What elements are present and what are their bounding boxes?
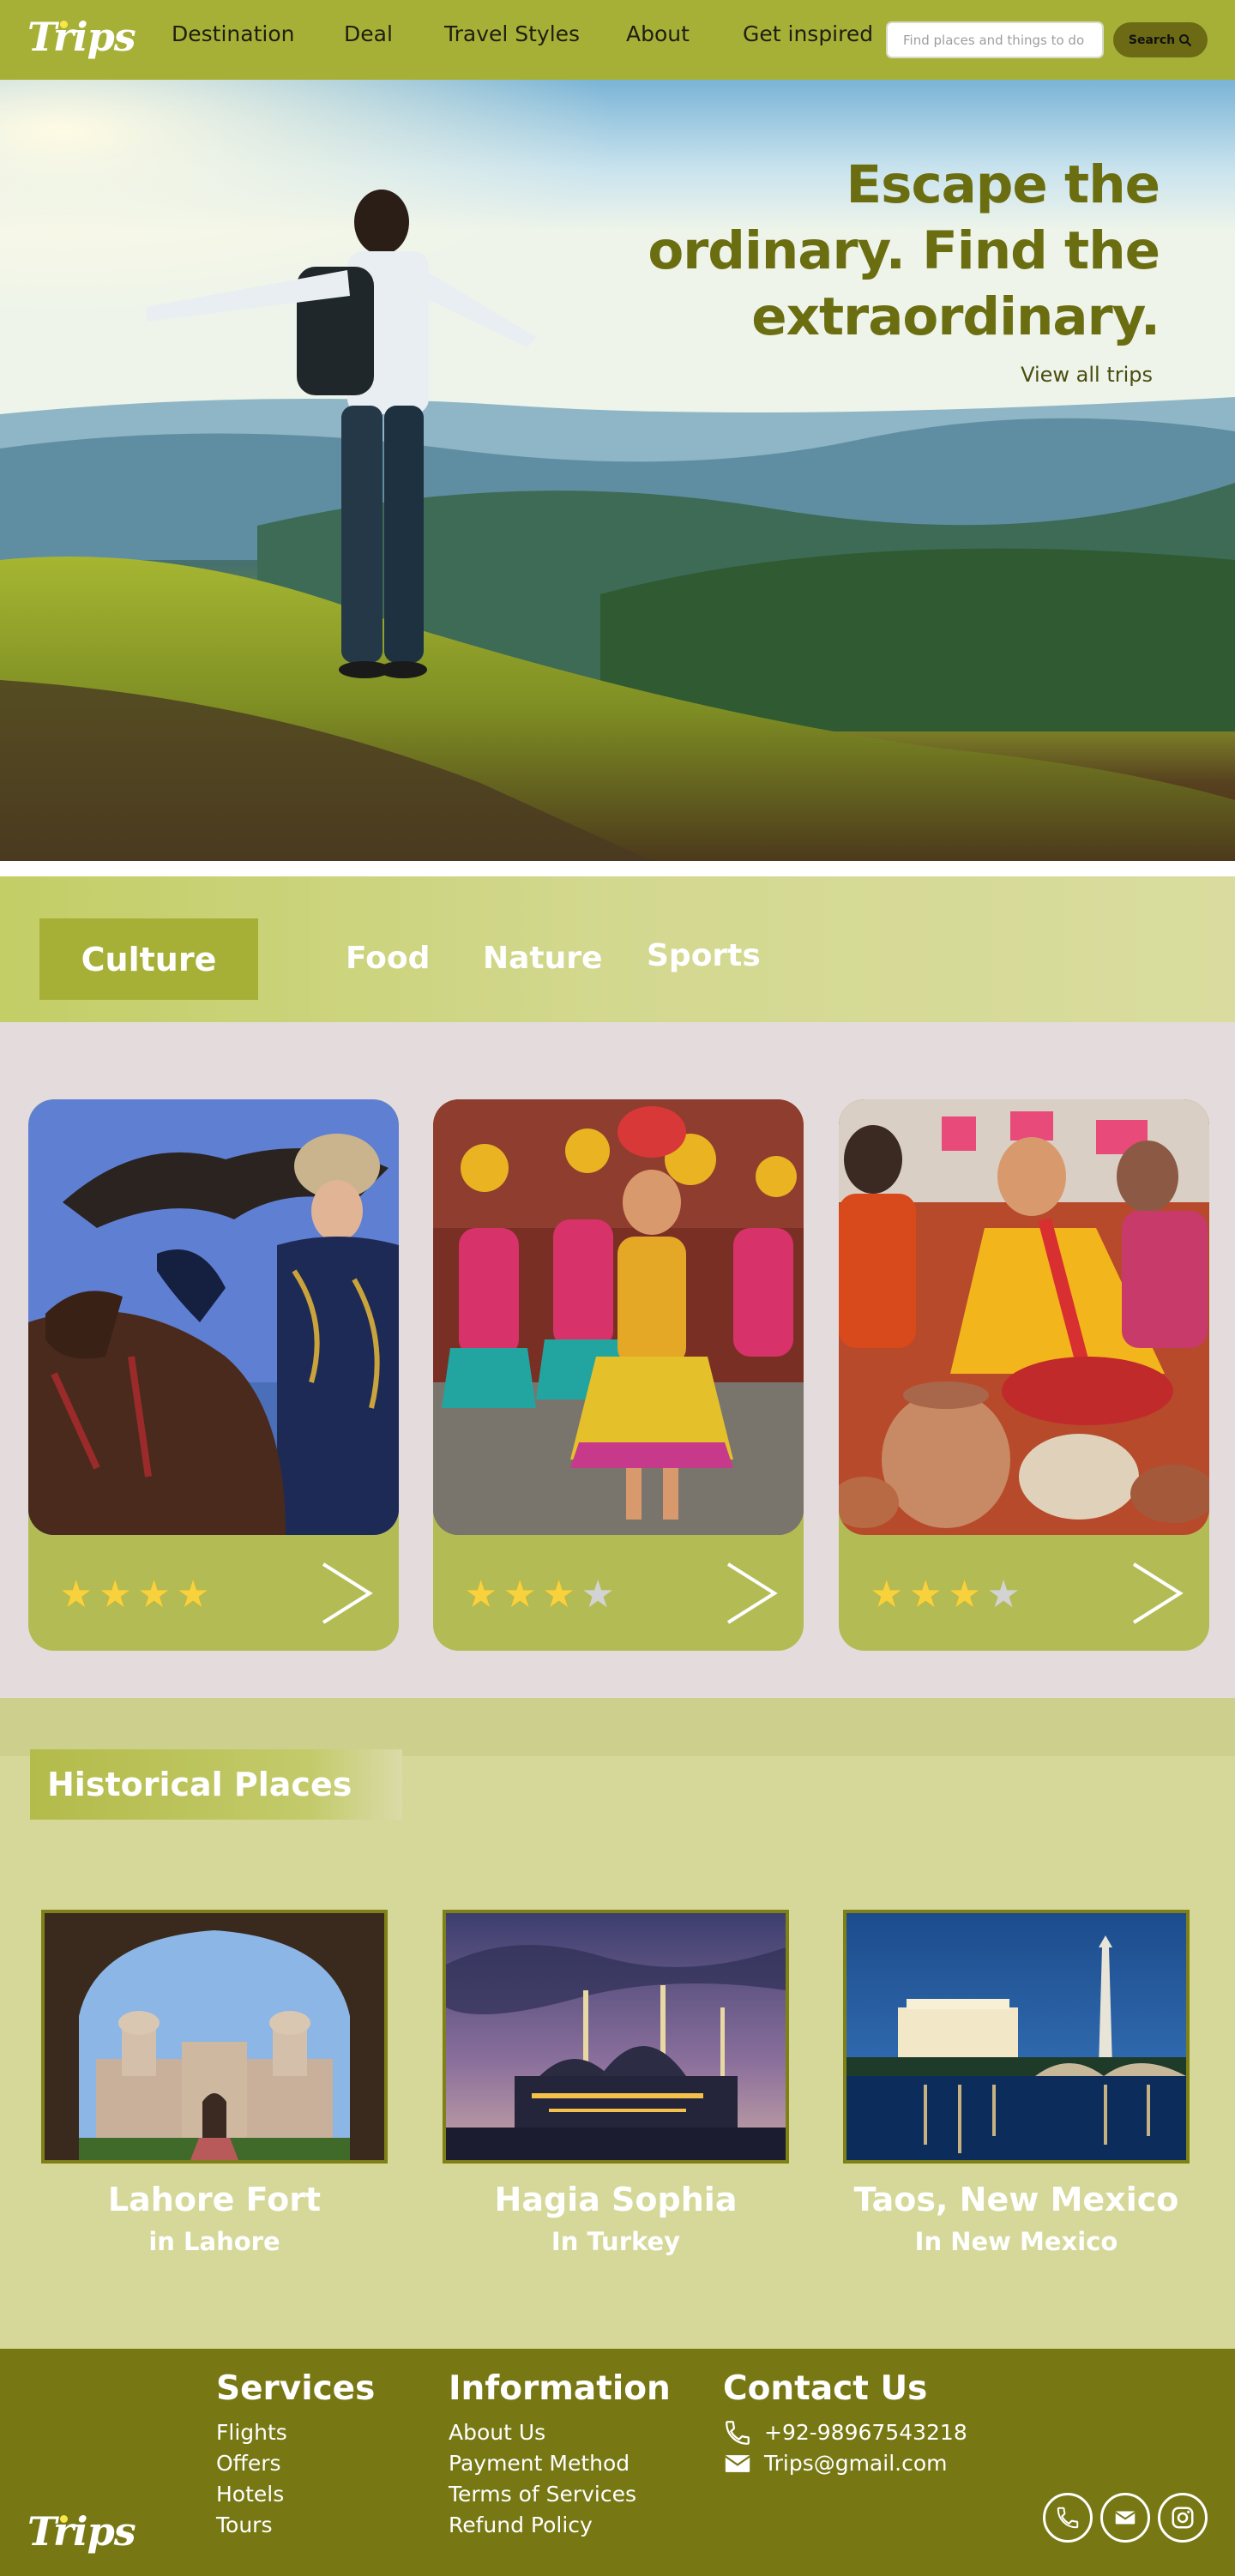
star-icon: ★ xyxy=(947,1574,982,1616)
tab-food[interactable]: Food xyxy=(346,941,430,976)
footer-services: Services Flights Offers Hotels Tours xyxy=(216,2369,375,2541)
footer-link-terms[interactable]: Terms of Services xyxy=(449,2479,671,2510)
culture-card[interactable]: ★ ★ ★ ★ xyxy=(433,1099,804,1651)
footer-link-payment-method[interactable]: Payment Method xyxy=(449,2448,671,2479)
tab-sports[interactable]: Sports xyxy=(647,938,761,973)
section-divider-band xyxy=(0,1698,1235,1756)
social-phone-button[interactable] xyxy=(1043,2493,1093,2543)
place-name: Lahore Fort xyxy=(107,2181,322,2218)
culture-card[interactable]: ★ ★ ★ ★ xyxy=(839,1099,1209,1651)
search-input[interactable] xyxy=(886,21,1104,58)
memorial-night-photo xyxy=(843,1910,1190,2164)
place-card-hagia-sophia[interactable]: Hagia Sophia In Turkey xyxy=(443,1910,789,2256)
phone-icon xyxy=(726,2421,750,2445)
nav-link-deal[interactable]: Deal xyxy=(344,21,393,46)
site-footer: Trips Services Flights Offers Hotels Tou… xyxy=(0,2349,1235,2576)
star-icon: ★ xyxy=(59,1574,93,1616)
footer-logo-text: Trips xyxy=(27,2508,136,2555)
hero-headline-line-3: extraordinary. xyxy=(751,286,1160,347)
mail-icon xyxy=(725,2455,750,2472)
footer-contact: Contact Us +92-98967543218 Trips@gmail.c… xyxy=(723,2369,967,2479)
footer-link-offers[interactable]: Offers xyxy=(216,2448,375,2479)
place-name: Hagia Sophia xyxy=(494,2181,738,2218)
eagle-hunter-photo xyxy=(28,1099,399,1535)
mail-icon xyxy=(1115,2511,1136,2525)
hero-banner: Escape the ordinary. Find the extraordin… xyxy=(0,80,1235,861)
place-location: in Lahore xyxy=(148,2227,280,2256)
historical-places-heading: Historical Places xyxy=(30,1749,402,1820)
footer-brand-logo[interactable]: Trips xyxy=(27,2508,136,2555)
tab-culture[interactable]: Culture xyxy=(39,918,258,1000)
nav-link-destination[interactable]: Destination xyxy=(172,21,294,46)
brand-logo[interactable]: Trips xyxy=(27,14,136,60)
footer-link-about-us[interactable]: About Us xyxy=(449,2417,671,2448)
star-rating: ★ ★ ★ ★ xyxy=(464,1576,615,1614)
star-icon: ★ xyxy=(136,1574,172,1616)
star-rating: ★ ★ ★ ★ xyxy=(59,1576,210,1614)
nav-link-about[interactable]: About xyxy=(626,21,690,46)
chevron-right-icon[interactable] xyxy=(721,1559,781,1628)
contact-email[interactable]: Trips@gmail.com xyxy=(723,2448,967,2479)
hero-headline-line-2: ordinary. Find the xyxy=(648,220,1160,281)
hero-headline-line-1: Escape the xyxy=(846,154,1160,215)
star-icon: ★ xyxy=(870,1574,904,1616)
chevron-right-icon[interactable] xyxy=(1127,1559,1187,1628)
hagia-sophia-photo xyxy=(443,1910,789,2164)
star-icon: ★ xyxy=(541,1574,576,1616)
top-navbar: Trips Destination Deal Travel Styles Abo… xyxy=(0,0,1235,80)
star-rating: ★ ★ ★ ★ xyxy=(870,1576,1021,1614)
nav-link-get-inspired[interactable]: Get inspired xyxy=(743,21,873,46)
folk-dancers-photo xyxy=(433,1099,804,1535)
culture-card[interactable]: ★ ★ ★ ★ xyxy=(28,1099,399,1651)
brand-logo-text: Trips xyxy=(27,14,136,60)
star-icon: ★ xyxy=(908,1574,943,1616)
star-empty-icon: ★ xyxy=(581,1574,615,1616)
footer-contact-title: Contact Us xyxy=(723,2369,928,2408)
chevron-right-icon[interactable] xyxy=(316,1559,377,1628)
lahore-fort-photo xyxy=(41,1910,388,2164)
footer-link-refund-policy[interactable]: Refund Policy xyxy=(449,2510,671,2541)
logo-dot xyxy=(60,21,68,28)
hero-headline: Escape the ordinary. Find the extraordin… xyxy=(559,152,1160,350)
instagram-icon xyxy=(1172,2507,1194,2529)
footer-information-title: Information xyxy=(449,2369,671,2408)
search-button-label: Search xyxy=(1128,33,1176,47)
footer-link-tours[interactable]: Tours xyxy=(216,2510,375,2541)
footer-link-flights[interactable]: Flights xyxy=(216,2417,375,2448)
star-icon: ★ xyxy=(503,1574,537,1616)
contact-phone[interactable]: +92-98967543218 xyxy=(723,2417,967,2448)
social-mail-button[interactable] xyxy=(1100,2493,1150,2543)
logo-dot xyxy=(60,2515,68,2523)
star-icon: ★ xyxy=(98,1574,132,1616)
footer-services-title: Services xyxy=(216,2369,376,2408)
place-name: Taos, New Mexico xyxy=(853,2181,1179,2218)
footer-information: Information About Us Payment Method Term… xyxy=(449,2369,671,2541)
search-icon xyxy=(1179,33,1192,46)
category-tabs: Culture Food Nature Sports xyxy=(0,876,1235,1022)
footer-link-hotels[interactable]: Hotels xyxy=(216,2479,375,2510)
hero-divider xyxy=(0,861,1235,876)
place-location: In Turkey xyxy=(551,2227,681,2256)
star-empty-icon: ★ xyxy=(986,1574,1021,1616)
contact-phone-number: +92-98967543218 xyxy=(764,2420,967,2445)
phone-icon xyxy=(1057,2507,1079,2529)
social-instagram-button[interactable] xyxy=(1158,2493,1208,2543)
search-button[interactable]: Search xyxy=(1113,22,1208,57)
nav-link-travel-styles[interactable]: Travel Styles xyxy=(444,21,580,46)
star-icon: ★ xyxy=(176,1574,210,1616)
women-pottery-photo xyxy=(839,1099,1209,1535)
place-card-lahore-fort[interactable]: Lahore Fort in Lahore xyxy=(41,1910,388,2256)
view-all-trips-link[interactable]: View all trips xyxy=(1021,363,1153,387)
tab-nature[interactable]: Nature xyxy=(483,941,602,976)
place-card-taos[interactable]: Taos, New Mexico In New Mexico xyxy=(843,1910,1190,2256)
place-location: In New Mexico xyxy=(914,2227,1118,2256)
contact-email-address: Trips@gmail.com xyxy=(764,2451,948,2476)
star-icon: ★ xyxy=(464,1574,498,1616)
